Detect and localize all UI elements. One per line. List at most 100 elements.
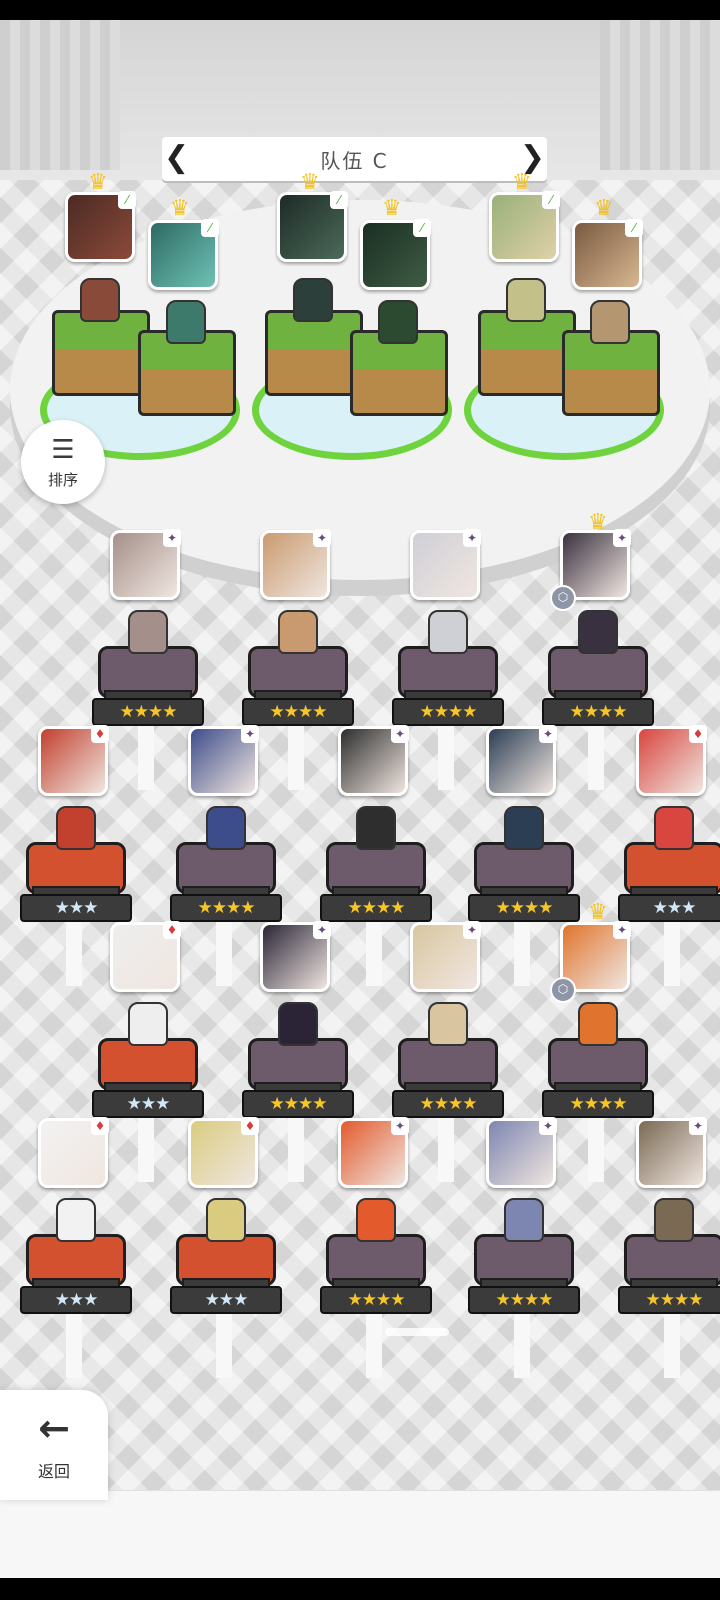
leaf-icon: ⁄ <box>201 219 219 237</box>
pedestal-stem <box>588 720 604 790</box>
character-portrait[interactable]: ✦ <box>338 725 409 796</box>
star-icon: ✦ <box>163 529 181 547</box>
character-portrait[interactable]: ♦ <box>38 1117 109 1188</box>
crown-icon: ♛ <box>512 170 532 195</box>
leaf-icon: ⁄ <box>625 219 643 237</box>
team-member-portrait[interactable]: ⁄ <box>360 219 431 290</box>
character-pedestal[interactable]: ★★★ <box>20 1234 132 1314</box>
star-icon: ✦ <box>463 529 481 547</box>
star-icon: ✦ <box>391 725 409 743</box>
character-pedestal[interactable]: ★★★ <box>618 842 720 922</box>
chevron-left-icon[interactable]: ❮ <box>164 141 189 175</box>
team-member-portrait[interactable]: ⁄ <box>572 219 643 290</box>
pedestal-stem <box>438 720 454 790</box>
team-slot-block[interactable] <box>52 310 150 396</box>
team-member-portrait[interactable]: ⁄ <box>65 191 136 262</box>
star-rating: ★★★★ <box>618 1286 720 1314</box>
character-sprite <box>56 1198 96 1242</box>
diamond-icon: ♦ <box>689 725 707 743</box>
character-sprite <box>278 1002 318 1046</box>
star-rating: ★★★ <box>20 894 132 922</box>
character-sprite <box>56 806 96 850</box>
pedestal-stem <box>438 1112 454 1182</box>
character-pedestal[interactable]: ★★★★ <box>392 646 504 726</box>
team-character-sprite <box>80 278 120 322</box>
character-portrait[interactable]: ✦ <box>410 921 481 992</box>
team-member-portrait[interactable]: ⁄ <box>277 191 348 262</box>
character-sprite <box>206 806 246 850</box>
character-pedestal[interactable]: ★★★ <box>170 1234 282 1314</box>
star-icon: ✦ <box>313 921 331 939</box>
character-pedestal[interactable]: ★★★★ <box>242 646 354 726</box>
crown-icon: ♛ <box>88 170 108 195</box>
character-portrait[interactable]: ✦ <box>260 529 331 600</box>
background-pillar <box>0 20 120 170</box>
team-character-sprite <box>506 278 546 322</box>
diamond-icon: ♦ <box>163 921 181 939</box>
sort-label: 排序 <box>47 470 78 489</box>
back-label: 返回 <box>37 1462 70 1481</box>
pedestal-stem <box>66 916 82 986</box>
crown-icon: ♛ <box>300 170 320 195</box>
character-portrait[interactable]: ✦ <box>486 1117 557 1188</box>
character-portrait[interactable]: ♦ <box>110 921 181 992</box>
pedestal-stem <box>216 1308 232 1378</box>
character-pedestal[interactable]: ★★★★ <box>92 646 204 726</box>
team-member-portrait[interactable]: ⁄ <box>489 191 560 262</box>
arrow-left-icon: ← <box>38 1406 70 1450</box>
character-pedestal[interactable]: ★★★★ <box>242 1038 354 1118</box>
star-rating: ★★★ <box>20 1286 132 1314</box>
character-portrait[interactable]: ♦ <box>636 725 707 796</box>
character-pedestal[interactable]: ★★★ <box>92 1038 204 1118</box>
cube-badge-icon: ⬡ <box>550 977 576 1003</box>
character-portrait[interactable]: ✦ <box>260 921 331 992</box>
character-sprite <box>428 610 468 654</box>
team-member-portrait[interactable]: ⁄ <box>148 219 219 290</box>
crown-icon: ♛ <box>170 196 190 221</box>
character-sprite <box>356 806 396 850</box>
crown-icon: ♛ <box>588 900 608 925</box>
star-rating: ★★★★ <box>170 894 282 922</box>
character-sprite <box>654 806 694 850</box>
character-sprite <box>128 610 168 654</box>
character-pedestal[interactable]: ★★★★ <box>392 1038 504 1118</box>
sort-button[interactable]: ☰ 排序 <box>21 420 105 504</box>
star-icon: ✦ <box>613 921 631 939</box>
star-rating: ★★★★ <box>242 1090 354 1118</box>
character-portrait[interactable]: ♦ <box>38 725 109 796</box>
character-portrait[interactable]: ✦ <box>486 725 557 796</box>
character-pedestal[interactable]: ★★★★ <box>320 1234 432 1314</box>
star-rating: ★★★★ <box>320 1286 432 1314</box>
character-pedestal[interactable]: ★★★ <box>20 842 132 922</box>
character-portrait[interactable]: ♦ <box>188 1117 259 1188</box>
character-portrait[interactable]: ✦ <box>410 529 481 600</box>
pedestal-stem <box>664 916 680 986</box>
pedestal-stem <box>288 1112 304 1182</box>
pedestal-stem <box>366 916 382 986</box>
character-portrait[interactable]: ✦ <box>110 529 181 600</box>
diamond-icon: ♦ <box>91 1117 109 1135</box>
back-button[interactable]: ← 返回 <box>0 1390 108 1500</box>
character-pedestal[interactable]: ★★★★ <box>320 842 432 922</box>
crown-icon: ♛ <box>594 196 614 221</box>
character-pedestal[interactable]: ★★★★ <box>542 1038 654 1118</box>
character-portrait[interactable]: ✦ <box>338 1117 409 1188</box>
character-pedestal[interactable]: ★★★★ <box>542 646 654 726</box>
team-slot-block[interactable] <box>265 310 363 396</box>
character-pedestal[interactable]: ★★★★ <box>468 842 580 922</box>
character-sprite <box>428 1002 468 1046</box>
character-pedestal[interactable]: ★★★★ <box>468 1234 580 1314</box>
pedestal-stem <box>514 1308 530 1378</box>
character-portrait[interactable]: ✦ <box>188 725 259 796</box>
pedestal-stem <box>664 1308 680 1378</box>
pedestal-stem <box>514 916 530 986</box>
star-rating: ★★★★ <box>542 698 654 726</box>
character-portrait[interactable]: ✦ <box>636 1117 707 1188</box>
star-icon: ✦ <box>613 529 631 547</box>
star-rating: ★★★★ <box>542 1090 654 1118</box>
character-sprite <box>504 806 544 850</box>
character-pedestal[interactable]: ★★★★ <box>618 1234 720 1314</box>
character-pedestal[interactable]: ★★★★ <box>170 842 282 922</box>
pedestal-stem <box>588 1112 604 1182</box>
diamond-icon: ♦ <box>241 1117 259 1135</box>
